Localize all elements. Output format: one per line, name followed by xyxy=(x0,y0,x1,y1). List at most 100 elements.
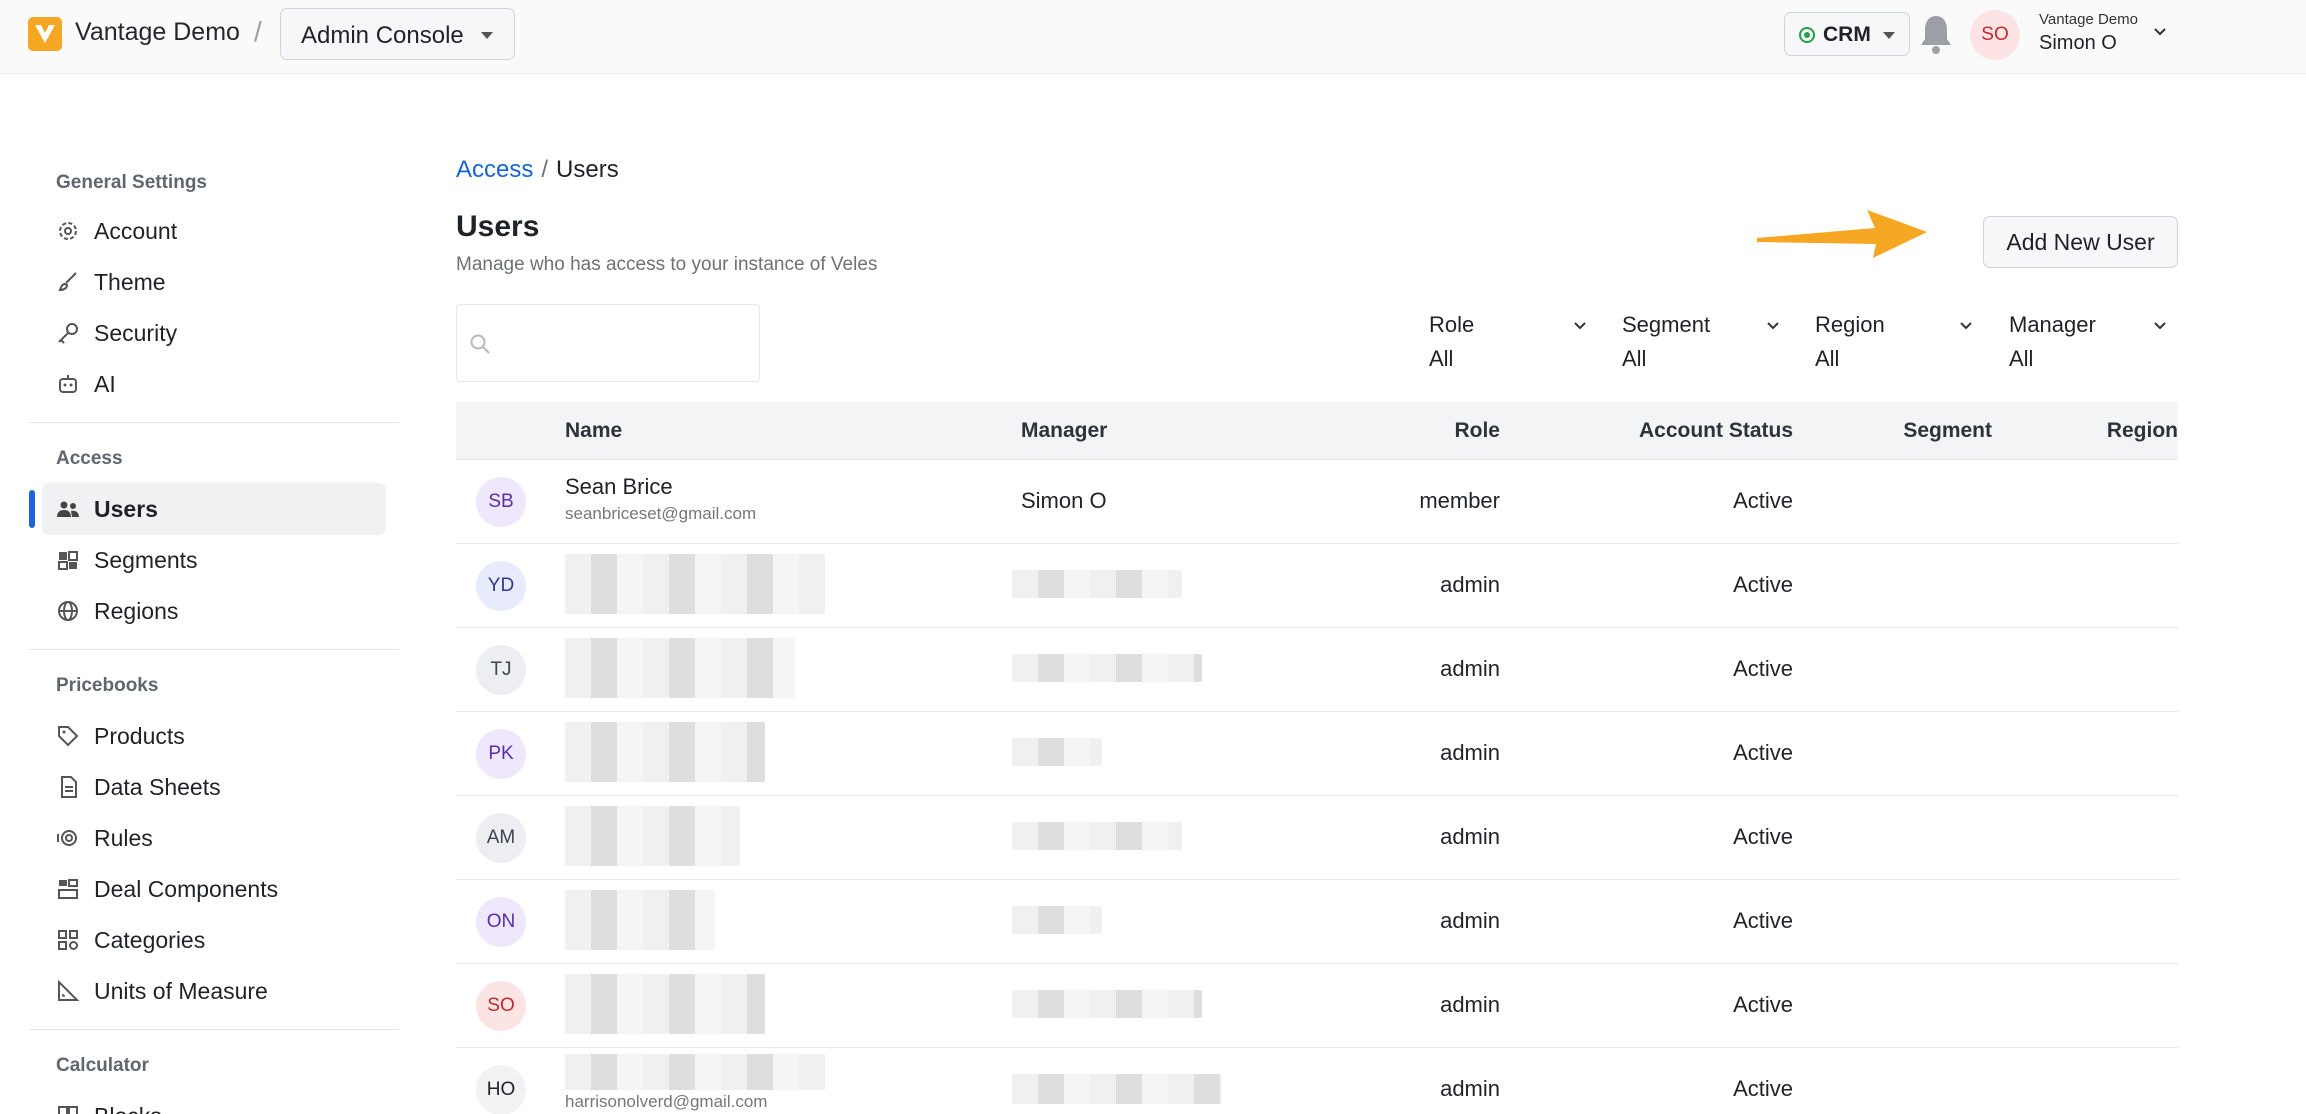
sidebar-item-label: Deal Components xyxy=(94,876,279,902)
org-name[interactable]: Vantage Demo xyxy=(75,18,240,47)
sidebar-item-rules[interactable]: Rules xyxy=(42,812,386,864)
role-cell: admin xyxy=(1440,992,1500,1017)
column-header-role[interactable]: Role xyxy=(1454,419,1500,443)
vantage-logo-icon[interactable] xyxy=(28,17,62,51)
add-new-user-button[interactable]: Add New User xyxy=(1983,216,2178,268)
table-row[interactable]: SO admin Active xyxy=(456,964,2178,1048)
sidebar-item-units-of-measure[interactable]: Units of Measure xyxy=(42,965,386,1017)
breadcrumb-current: Users xyxy=(556,156,619,183)
redacted-name-email xyxy=(565,722,765,782)
sidebar-item-segments[interactable]: Segments xyxy=(42,534,386,586)
table-row[interactable]: ON admin Active xyxy=(456,880,2178,964)
sidebar-item-label: Units of Measure xyxy=(94,978,268,1004)
redacted-manager xyxy=(1012,990,1202,1018)
brush-icon xyxy=(56,270,80,294)
avatar: HO xyxy=(476,1065,526,1114)
status-cell: Active xyxy=(1733,824,1793,849)
sidebar-item-users[interactable]: Users xyxy=(42,483,386,535)
role-cell: admin xyxy=(1440,572,1500,597)
notification-bell-icon[interactable] xyxy=(1918,12,1954,56)
avatar: AM xyxy=(476,813,526,863)
column-header-manager[interactable]: Manager xyxy=(1021,419,1107,443)
sidebar-item-blocks[interactable]: Blocks xyxy=(42,1090,386,1114)
status-cell: Active xyxy=(1733,740,1793,765)
crm-select[interactable]: CRM xyxy=(1784,12,1910,56)
console-select-label: Admin Console xyxy=(301,22,464,49)
table-row[interactable]: AM admin Active xyxy=(456,796,2178,880)
search-input[interactable] xyxy=(456,304,760,382)
chevron-down-icon xyxy=(1958,318,1974,334)
column-header-region[interactable]: Region xyxy=(2107,419,2178,443)
sidebar-item-label: Categories xyxy=(94,927,206,953)
chevron-down-icon[interactable] xyxy=(2152,24,2168,40)
redacted-name-email xyxy=(565,806,740,866)
components-icon xyxy=(56,877,80,901)
sidebar-item-theme[interactable]: Theme xyxy=(42,256,386,308)
status-cell: Active xyxy=(1733,1076,1793,1101)
status-cell: Active xyxy=(1733,908,1793,933)
sidebar-item-account[interactable]: Account xyxy=(42,205,386,257)
status-cell: Active xyxy=(1733,488,1793,513)
avatar: PK xyxy=(476,729,526,779)
breadcrumb-access-link[interactable]: Access xyxy=(456,156,533,183)
redacted-manager xyxy=(1012,570,1182,598)
page-subtitle: Manage who has access to your instance o… xyxy=(456,254,878,275)
rules-icon xyxy=(56,826,80,850)
sidebar-item-label: Regions xyxy=(94,598,179,624)
column-header-name[interactable]: Name xyxy=(565,419,622,443)
table-header: Name Manager Role Account Status Segment… xyxy=(456,402,2178,460)
user-avatar[interactable]: SO xyxy=(1970,10,2020,60)
sidebar-item-ai[interactable]: AI xyxy=(42,358,386,410)
table-row[interactable]: TJ admin Active xyxy=(456,628,2178,712)
key-icon xyxy=(56,321,80,345)
crm-select-label: CRM xyxy=(1823,23,1871,46)
filter-role[interactable]: Role All xyxy=(1429,310,1599,380)
sidebar-divider xyxy=(29,422,399,423)
sidebar-item-categories[interactable]: Categories xyxy=(42,914,386,966)
role-cell: admin xyxy=(1440,656,1500,681)
role-cell: admin xyxy=(1440,824,1500,849)
filter-segment[interactable]: Segment All xyxy=(1622,310,1792,380)
filter-manager[interactable]: Manager All xyxy=(2009,310,2179,380)
sidebar-item-regions[interactable]: Regions xyxy=(42,585,386,637)
sidebar-item-deal-components[interactable]: Deal Components xyxy=(42,863,386,915)
column-header-segment[interactable]: Segment xyxy=(1903,419,1992,443)
sidebar-item-security[interactable]: Security xyxy=(42,307,386,359)
filter-value: All xyxy=(2009,346,2034,371)
globe-icon xyxy=(56,599,80,623)
redacted-name xyxy=(565,1054,825,1090)
header-separator: / xyxy=(254,16,262,47)
robot-icon xyxy=(56,372,80,396)
breadcrumb: Access / Users xyxy=(456,156,619,184)
table-row[interactable]: PK admin Active xyxy=(456,712,2178,796)
redacted-name-email xyxy=(565,974,765,1034)
sidebar-item-data-sheets[interactable]: Data Sheets xyxy=(42,761,386,813)
sidebar-item-products[interactable]: Products xyxy=(42,710,386,762)
sidebar-item-label: AI xyxy=(94,371,116,397)
table-row[interactable]: HO harrisonolverd@gmail.com admin Active xyxy=(456,1048,2178,1114)
ruler-icon xyxy=(56,979,80,1003)
segments-icon xyxy=(56,548,80,572)
status-cell: Active xyxy=(1733,992,1793,1017)
page-title: Users xyxy=(456,210,540,243)
avatar: YD xyxy=(476,561,526,611)
user-name[interactable]: Simon O xyxy=(2039,32,2117,55)
sidebar-item-label: Products xyxy=(94,723,185,749)
section-title-pricebooks: Pricebooks xyxy=(56,675,159,696)
column-header-account-status[interactable]: Account Status xyxy=(1639,419,1793,443)
table-row[interactable]: YD admin Active xyxy=(456,544,2178,628)
blocks-icon xyxy=(56,1104,80,1114)
console-select[interactable]: Admin Console xyxy=(280,8,515,60)
users-icon xyxy=(56,497,80,521)
breadcrumb-separator: / xyxy=(541,156,549,183)
status-cell: Active xyxy=(1733,656,1793,681)
redacted-manager xyxy=(1012,1074,1222,1104)
filter-region[interactable]: Region All xyxy=(1815,310,1985,380)
status-dot-icon xyxy=(1799,27,1815,43)
manager-cell: Simon O xyxy=(1021,488,1107,513)
table-row[interactable]: SB Sean Brice seanbriceset@gmail.com Sim… xyxy=(456,460,2178,544)
redacted-manager xyxy=(1012,906,1102,934)
sidebar-item-label: Blocks xyxy=(94,1103,162,1114)
avatar: SO xyxy=(476,981,526,1031)
filter-value: All xyxy=(1815,346,1840,371)
